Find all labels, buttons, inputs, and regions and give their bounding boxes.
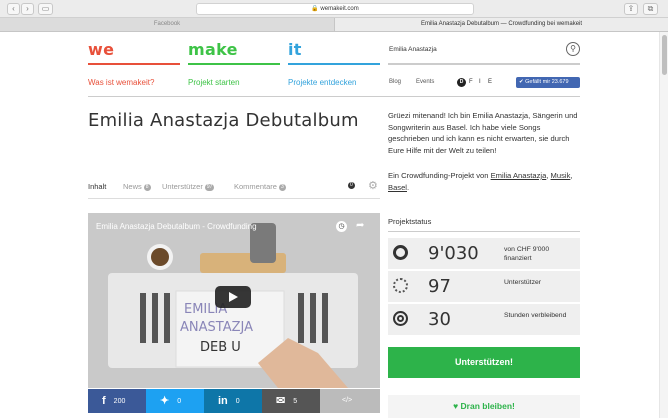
share-twitter-button[interactable]: ✦ 0 (146, 389, 204, 413)
logo-underline-green (188, 63, 280, 65)
status-funded: 9'030 von CHF 9'000 finanziert (388, 237, 580, 269)
tab-news-label: News (123, 182, 142, 191)
tab-content-label: Inhalt (88, 182, 107, 191)
watch-later-icon[interactable]: ◷ (336, 221, 347, 232)
tab-news-count: 8 (143, 183, 151, 191)
logo-make[interactable]: make (188, 40, 238, 59)
tag-basel[interactable]: Basel (388, 183, 407, 192)
content-tabs-divider (88, 198, 380, 199)
share-linkedin-count: 0 (235, 397, 240, 405)
language-de[interactable]: D (457, 78, 466, 87)
email-icon: ✉ (276, 395, 286, 407)
scrollbar[interactable] (659, 32, 668, 418)
comment-counter[interactable]: 0 (346, 182, 355, 189)
logo-it[interactable]: it (288, 40, 302, 59)
video-title: Emilia Anastazja Debutalbum - Crowdfundi… (96, 222, 257, 231)
hours-value: 30 (428, 309, 451, 330)
nav-discover-projects[interactable]: Projekte entdecken (288, 78, 357, 87)
backers-label: Unterstützer (504, 279, 542, 286)
back-icon[interactable]: ‹ (7, 3, 20, 15)
nav-start-project[interactable]: Projekt starten (188, 78, 240, 87)
funded-ring-icon (393, 245, 408, 260)
tab-comments-count: 3 (278, 183, 286, 191)
embed-icon: </> (342, 397, 353, 404)
funded-value: 9'030 (428, 243, 479, 264)
hours-target-icon (393, 311, 408, 326)
svg-text:DEB U: DEB U (200, 340, 241, 355)
follow-button[interactable]: ♥ Dran bleiben! (388, 395, 580, 418)
nav-what-is-wemakeit[interactable]: Was ist wemakeit? (88, 78, 154, 87)
logo-we[interactable]: we (88, 40, 114, 59)
scrollbar-thumb[interactable] (662, 35, 667, 75)
share-icon[interactable]: ⇪ (624, 3, 638, 15)
language-fr[interactable]: F (469, 79, 473, 85)
play-icon[interactable] (215, 286, 251, 308)
project-title: Emilia Anastazja Debutalbum (88, 110, 359, 131)
tab-comments-label: Kommentare (234, 182, 277, 191)
share-facebook-count: 200 (113, 397, 126, 405)
search-input[interactable]: Emilia Anastazja (389, 46, 437, 53)
byline-prefix: Ein Crowdfunding-Projekt von (388, 171, 489, 180)
nav-events[interactable]: Events (416, 79, 434, 85)
tab-wemakeit[interactable]: Emilia Anastazja Debutalbum — Crowdfundi… (334, 18, 668, 31)
lock-icon: 🔒 (311, 6, 319, 12)
project-byline: Ein Crowdfunding-Projekt von Emilia Anas… (388, 171, 573, 192)
share-email-button[interactable]: ✉ 5 (262, 389, 320, 413)
language-en[interactable]: E (488, 79, 492, 85)
settings-gear-icon[interactable]: ⚙ (368, 179, 378, 192)
language-it[interactable]: I (479, 79, 481, 85)
nav-blog[interactable]: Blog (389, 79, 401, 85)
logo-underline-blue (288, 63, 380, 65)
tab-supporters-label: Unterstützer (162, 182, 203, 191)
heart-icon: ♥ (453, 401, 461, 411)
share-email-count: 5 (293, 397, 298, 405)
browser-toolbar: ‹ › ▭ 🔒 wemakeit.com ⇪ ⧉ (0, 0, 668, 18)
tab-facebook[interactable]: Facebook (0, 18, 334, 31)
facebook-like-button[interactable]: ✔ Gefällt mir 23.679 (516, 77, 580, 88)
follow-button-label: Dran bleiben! (460, 401, 515, 411)
hours-label: Stunden verbleibend (504, 312, 567, 319)
tab-content[interactable]: Inhalt (88, 182, 106, 191)
address-bar[interactable]: 🔒 wemakeit.com (196, 3, 474, 15)
logo-underline-red (88, 63, 180, 65)
linkedin-icon: in (218, 395, 228, 407)
embed-button[interactable]: </> (320, 389, 380, 413)
backers-dotted-ring-icon (393, 278, 408, 293)
tab-supporters[interactable]: Unterstützer 97 (162, 182, 215, 191)
sidebar-icon[interactable]: ▭ (38, 3, 53, 15)
facebook-like-label: Gefällt mir 23.679 (525, 79, 569, 85)
status-divider (388, 231, 580, 232)
status-hours: 30 Stunden verbleibend (388, 303, 580, 335)
svg-text:ANASTAZJA: ANASTAZJA (180, 320, 253, 335)
share-facebook-button[interactable]: f 200 (88, 389, 146, 413)
share-twitter-count: 0 (177, 397, 182, 405)
backers-value: 97 (428, 276, 451, 297)
twitter-icon: ✦ (160, 395, 170, 407)
tab-supporters-count: 97 (204, 183, 215, 191)
tag-musik[interactable]: Musik (551, 171, 571, 180)
tab-bar: Facebook Emilia Anastazja Debutalbum — C… (0, 18, 668, 32)
support-button[interactable]: Unterstützen! (388, 347, 580, 378)
tabs-overview-icon[interactable]: ⧉ (643, 3, 658, 15)
tab-news[interactable]: News 8 (123, 182, 151, 191)
tab-comments[interactable]: Kommentare 3 (234, 182, 286, 191)
header-divider (88, 96, 580, 97)
facebook-icon: f (102, 395, 106, 407)
share-linkedin-button[interactable]: in 0 (204, 389, 262, 413)
comment-counter-badge: 0 (348, 182, 355, 189)
funded-label: von CHF 9'000 finanziert (504, 246, 550, 262)
video-share-icon[interactable]: ➦ (356, 220, 364, 231)
address-text: wemakeit.com (320, 6, 359, 12)
project-intro: Grüezi mitenand! Ich bin Emilia Anastazj… (388, 111, 578, 155)
video-player[interactable]: EMILIA ANASTAZJA DEB U Emilia Anastazja … (88, 213, 380, 388)
search-underline (388, 63, 580, 65)
search-icon[interactable]: ⚲ (566, 42, 580, 56)
status-backers: 97 Unterstützer (388, 270, 580, 302)
forward-icon[interactable]: › (21, 3, 34, 15)
author-link[interactable]: Emilia Anastazja (491, 171, 547, 180)
project-status-heading: Projektstatus (388, 217, 432, 226)
